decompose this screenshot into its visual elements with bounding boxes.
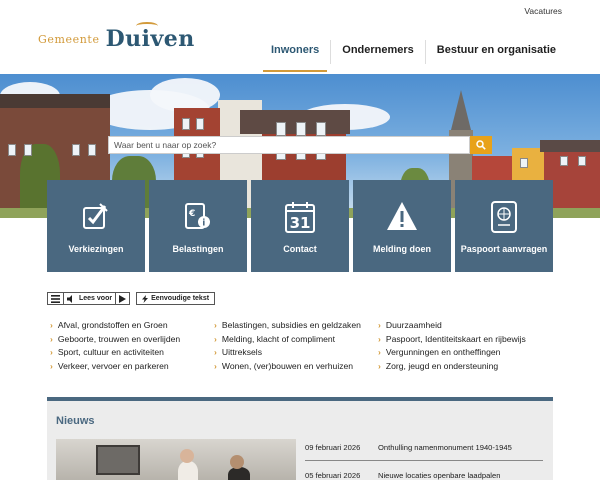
window: [578, 156, 586, 166]
tile-melding-doen[interactable]: Melding doen: [353, 180, 451, 272]
news-title: Nieuws: [56, 415, 95, 427]
list-item[interactable]: Zorg, jeugd en ondersteuning: [378, 361, 526, 375]
link-column-3: Duurzaamheid Paspoort, Identiteitskaart …: [378, 320, 526, 374]
window: [182, 118, 190, 130]
speaker-icon: [67, 294, 72, 303]
warning-icon: [353, 200, 451, 234]
window: [520, 158, 528, 168]
list-item[interactable]: Wonen, (ver)bouwen en verhuizen: [214, 361, 361, 375]
window: [276, 122, 286, 136]
tile-label: Belastingen: [172, 244, 224, 254]
nav-divider: [330, 40, 332, 64]
news-date: 05 februari 2026: [305, 471, 361, 480]
lightning-icon: [142, 294, 149, 303]
link-column-1: Afval, grondstoffen en Groen Geboorte, t…: [50, 320, 180, 374]
window: [24, 144, 32, 156]
tax-icon: € i: [149, 200, 247, 234]
news-item[interactable]: 09 februari 2026 Onthulling namenmonumen…: [305, 443, 512, 452]
calendar-icon: 31: [251, 200, 349, 234]
list-item[interactable]: Paspoort, Identiteitskaart en rijbewijs: [378, 334, 526, 348]
menu-icon: [51, 294, 60, 303]
list-item[interactable]: Belastingen, subsidies en geldzaken: [214, 320, 361, 334]
search-input[interactable]: Waar bent u naar op zoek?: [108, 136, 470, 154]
news-date: 09 februari 2026: [305, 443, 361, 452]
news-image[interactable]: [56, 439, 296, 480]
divider: [305, 460, 543, 461]
nav-item-ondernemers[interactable]: Ondernemers: [334, 40, 422, 66]
ballot-icon: [47, 200, 145, 234]
news-headline: Nieuwe locaties openbare laadpalen: [378, 471, 501, 480]
list-item[interactable]: Uittreksels: [214, 347, 361, 361]
image-person: [178, 461, 198, 480]
news-section: Nieuws 09 februari 2026 Onthulling namen…: [47, 397, 553, 480]
church-spire: [451, 90, 471, 130]
tile-verkiezingen[interactable]: Verkiezingen: [47, 180, 145, 272]
image-frame: [96, 445, 140, 475]
window: [296, 122, 306, 136]
image-wall: [56, 439, 296, 480]
lees-voor-label: Lees voor: [79, 295, 113, 302]
window: [88, 144, 96, 156]
eenvoudige-tekst-label: Eenvoudige tekst: [151, 295, 210, 302]
search-icon: [476, 140, 486, 150]
news-headline: Onthulling namenmonument 1940-1945: [378, 443, 512, 452]
image-person: [228, 467, 250, 480]
lees-voor-button[interactable]: Lees voor: [63, 292, 116, 305]
tile-contact[interactable]: 31 Contact: [251, 180, 349, 272]
readspeaker-bar: Lees voor Eenvoudige tekst: [47, 292, 216, 305]
play-button[interactable]: [115, 292, 131, 305]
logo[interactable]: Gemeente Duiven: [38, 22, 195, 50]
list-item[interactable]: Duurzaamheid: [378, 320, 526, 334]
window: [72, 144, 80, 156]
svg-text:€: €: [188, 209, 195, 219]
search-button[interactable]: [470, 136, 492, 154]
tile-label: Melding doen: [373, 244, 431, 254]
window: [560, 156, 568, 166]
tile-belastingen[interactable]: € i Belastingen: [149, 180, 247, 272]
vacatures-link[interactable]: Vacatures: [524, 6, 562, 16]
svg-text:i: i: [202, 219, 205, 229]
list-item[interactable]: Verkeer, vervoer en parkeren: [50, 361, 180, 375]
readspeaker-menu-button[interactable]: [47, 292, 63, 305]
list-item[interactable]: Afval, grondstoffen en Groen: [50, 320, 180, 334]
building-roof: [0, 94, 110, 108]
nav-item-inwoners[interactable]: Inwoners: [262, 40, 328, 72]
tile-label: Verkiezingen: [68, 244, 124, 254]
tile-paspoort-aanvragen[interactable]: Paspoort aanvragen: [455, 180, 553, 272]
news-item[interactable]: 05 februari 2026 Nieuwe locaties openbar…: [305, 471, 500, 480]
passport-icon: [455, 200, 553, 234]
window: [8, 144, 16, 156]
main-nav: Inwoners Ondernemers Bestuur en organisa…: [262, 40, 564, 72]
logo-gemeente: Gemeente: [38, 33, 100, 46]
tile-label: Contact: [283, 244, 317, 254]
list-item[interactable]: Sport, cultuur en activiteiten: [50, 347, 180, 361]
link-column-2: Belastingen, subsidies en geldzaken Meld…: [214, 320, 361, 374]
list-item[interactable]: Melding, klacht of compliment: [214, 334, 361, 348]
nav-divider: [424, 40, 426, 64]
building-roof: [540, 140, 600, 152]
window: [196, 118, 204, 130]
tile-label: Paspoort aanvragen: [460, 244, 548, 254]
play-icon: [119, 294, 127, 303]
window: [316, 122, 326, 136]
eenvoudige-tekst-button[interactable]: Eenvoudige tekst: [136, 292, 216, 305]
nav-item-bestuur[interactable]: Bestuur en organisatie: [429, 40, 564, 66]
logo-swoosh: [135, 22, 158, 30]
cloud: [150, 78, 220, 112]
image-person-head: [180, 449, 194, 463]
building-roof: [240, 110, 350, 134]
list-item[interactable]: Vergunningen en ontheffingen: [378, 347, 526, 361]
list-item[interactable]: Geboorte, trouwen en overlijden: [50, 334, 180, 348]
logo-duiven: Duiven: [106, 22, 195, 50]
calendar-day: 31: [290, 214, 311, 232]
image-person-head: [230, 455, 244, 469]
